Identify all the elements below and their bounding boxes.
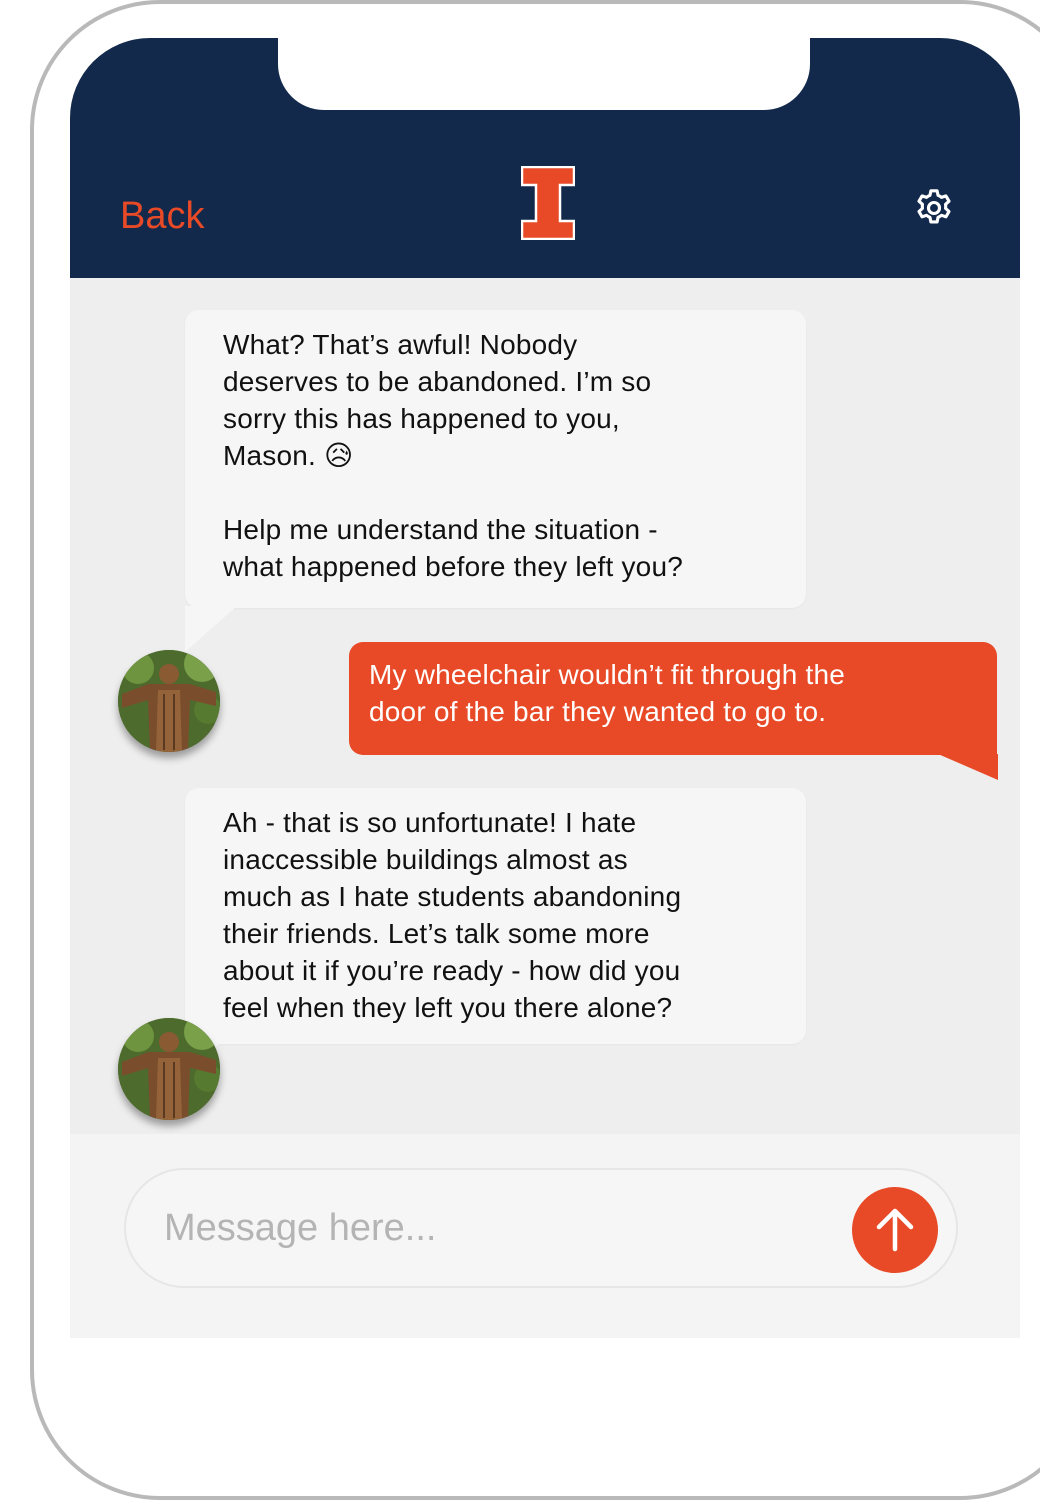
user-message: My wheelchair wouldn’t fit through the d… xyxy=(349,642,997,755)
assistant-message: What? That’s awful! Nobody deserves to b… xyxy=(185,310,806,608)
alma-mater-statue-icon xyxy=(118,650,220,752)
phone-notch xyxy=(278,38,810,110)
alma-mater-statue-icon xyxy=(118,1018,220,1120)
illinois-block-i-icon xyxy=(521,166,575,240)
arrow-up-icon xyxy=(876,1208,914,1252)
gear-icon[interactable] xyxy=(912,186,956,230)
bubble-tail xyxy=(938,754,998,780)
assistant-message: Ah - that is so unfortunate! I hate inac… xyxy=(185,788,806,1044)
back-button[interactable]: Back xyxy=(120,194,204,238)
assistant-avatar xyxy=(118,650,220,752)
message-input[interactable] xyxy=(164,1198,804,1258)
message-list: What? That’s awful! Nobody deserves to b… xyxy=(70,278,1020,1134)
bubble-tail xyxy=(185,606,237,652)
assistant-avatar xyxy=(118,1018,220,1120)
app-header: Back xyxy=(70,38,1020,278)
send-button[interactable] xyxy=(852,1187,938,1273)
message-input-container xyxy=(124,1168,958,1288)
message-composer xyxy=(70,1134,1020,1338)
chat-screen: Back What? That’s awful! Nobody deserves… xyxy=(70,38,1020,1338)
